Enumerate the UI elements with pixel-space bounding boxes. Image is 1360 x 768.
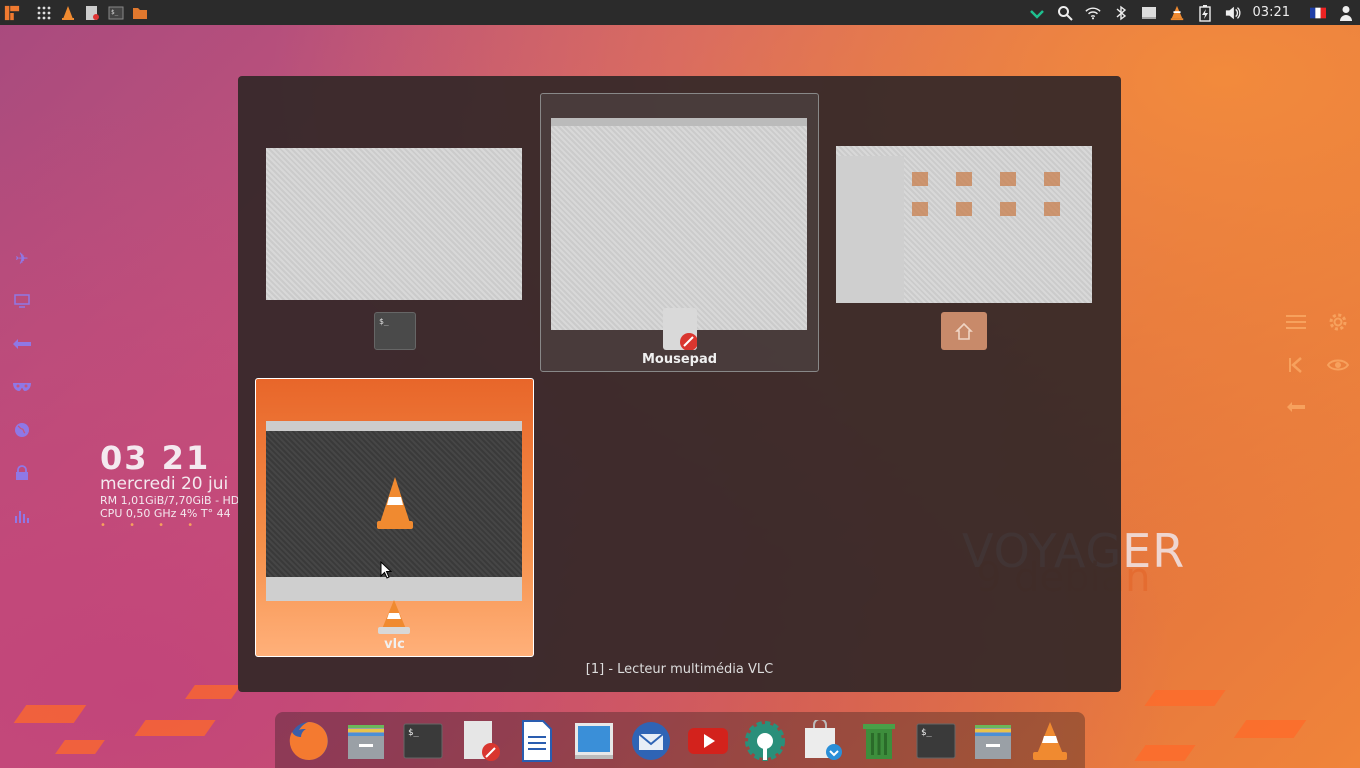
file-sidebar (836, 156, 904, 303)
vlc-icon[interactable] (1029, 720, 1071, 762)
battery-icon[interactable] (1197, 4, 1213, 22)
menu-bar (551, 118, 807, 126)
top-panel: $_ 03:21 (0, 0, 1360, 25)
floor-tile (1134, 745, 1196, 761)
window-label: vlc (384, 637, 405, 652)
bluetooth-icon[interactable] (1113, 5, 1129, 21)
vlc-controls-bar (266, 577, 522, 601)
dock (275, 712, 1085, 768)
eye-icon[interactable] (1326, 353, 1350, 377)
floor-tile (1144, 690, 1226, 706)
display-icon[interactable] (1141, 5, 1157, 21)
window-label: Mousepad (641, 352, 718, 367)
globe-icon[interactable] (12, 420, 32, 440)
display-icon[interactable] (573, 720, 615, 762)
thunderbird-icon[interactable] (630, 720, 672, 762)
left-quick-bar: ✈ (12, 248, 32, 526)
writer-icon[interactable] (516, 720, 558, 762)
terminal-icon[interactable]: $_ (915, 720, 957, 762)
arrow-left-icon[interactable] (1284, 395, 1308, 419)
conky-time: 03 21 (100, 442, 211, 477)
window-thumbnail (551, 118, 807, 330)
svg-text:$_: $_ (111, 9, 119, 16)
vlc-top-bar (266, 421, 522, 431)
switcher-window-mousepad[interactable]: Mousepad (540, 93, 819, 372)
switcher-window-files[interactable] (826, 134, 1106, 354)
checkmark-icon[interactable] (1029, 5, 1045, 21)
user-icon[interactable] (1338, 5, 1354, 21)
switcher-status: [1] - Lecteur multimédia VLC (585, 662, 774, 677)
floor-tile (185, 685, 241, 699)
floor-tile (55, 740, 105, 754)
archive-icon[interactable] (345, 720, 387, 762)
lock-icon[interactable] (12, 463, 32, 483)
mousepad-icon[interactable] (459, 720, 501, 762)
volume-icon[interactable] (1225, 5, 1241, 21)
mousepad-icon[interactable] (84, 5, 100, 21)
conky-ram: RM 1,01GiB/7,70GiB - HD (100, 494, 240, 507)
vlc-icon[interactable] (60, 5, 76, 21)
arrow-left-icon[interactable] (12, 334, 32, 354)
conky-widget: 03 21 mercredi 20 jui RM 1,01GiB/7,70GiB… (100, 442, 258, 531)
svg-text:$_: $_ (379, 317, 389, 326)
svg-text:$_: $_ (408, 728, 419, 738)
terminal-icon: $_ (374, 312, 416, 350)
clock[interactable]: 03:21 (1253, 5, 1290, 20)
window-thumbnail (266, 421, 522, 601)
switcher-window-terminal[interactable]: $_ (256, 134, 526, 354)
conky-cpu: CPU 0,50 GHz 4% T° 44 (100, 507, 231, 520)
conky-date: mercredi 20 jui (100, 474, 229, 494)
airplane-icon[interactable]: ✈ (12, 248, 32, 268)
terminal-icon[interactable]: $_ (402, 720, 444, 762)
mask-icon[interactable] (12, 377, 32, 397)
settings-icon[interactable] (744, 720, 786, 762)
switcher-window-vlc[interactable]: vlc (255, 378, 534, 657)
mousepad-icon (663, 308, 698, 351)
floor-tile (134, 720, 216, 736)
youtube-icon[interactable] (687, 720, 729, 762)
floor-tile (13, 705, 87, 723)
wifi-icon[interactable] (1084, 5, 1101, 21)
window-thumbnail (266, 148, 522, 300)
monitor-icon[interactable] (12, 291, 32, 311)
french-flag-icon[interactable] (1310, 5, 1326, 21)
skip-back-icon[interactable] (1284, 353, 1308, 377)
mouse-cursor (380, 561, 392, 579)
vlc-icon (378, 600, 410, 634)
floor-tile (1233, 720, 1307, 738)
bar-chart-icon[interactable] (12, 506, 32, 526)
window-switcher: $_ Mousepad vlc [1] - Lecteur multimédia… (238, 76, 1121, 692)
menu-lines-icon[interactable] (1284, 310, 1308, 334)
apps-menu-icon[interactable] (4, 5, 20, 21)
folder-home-icon (941, 312, 987, 350)
terminal-icon[interactable]: $_ (108, 5, 124, 21)
archive-icon[interactable] (972, 720, 1014, 762)
grid-icon[interactable] (36, 5, 52, 21)
vlc-cone-icon (377, 477, 413, 529)
vlc-tray-icon[interactable] (1169, 5, 1185, 21)
gear-icon[interactable] (1326, 310, 1350, 334)
trash-icon[interactable] (858, 720, 900, 762)
conky-dots: • • • • (100, 520, 204, 531)
search-icon[interactable] (1057, 5, 1073, 21)
firefox-icon[interactable] (288, 720, 330, 762)
svg-text:$_: $_ (921, 728, 932, 738)
files-icon[interactable] (132, 5, 148, 21)
file-grid (912, 172, 1082, 232)
window-thumbnail (836, 146, 1092, 303)
software-icon[interactable] (801, 720, 843, 762)
